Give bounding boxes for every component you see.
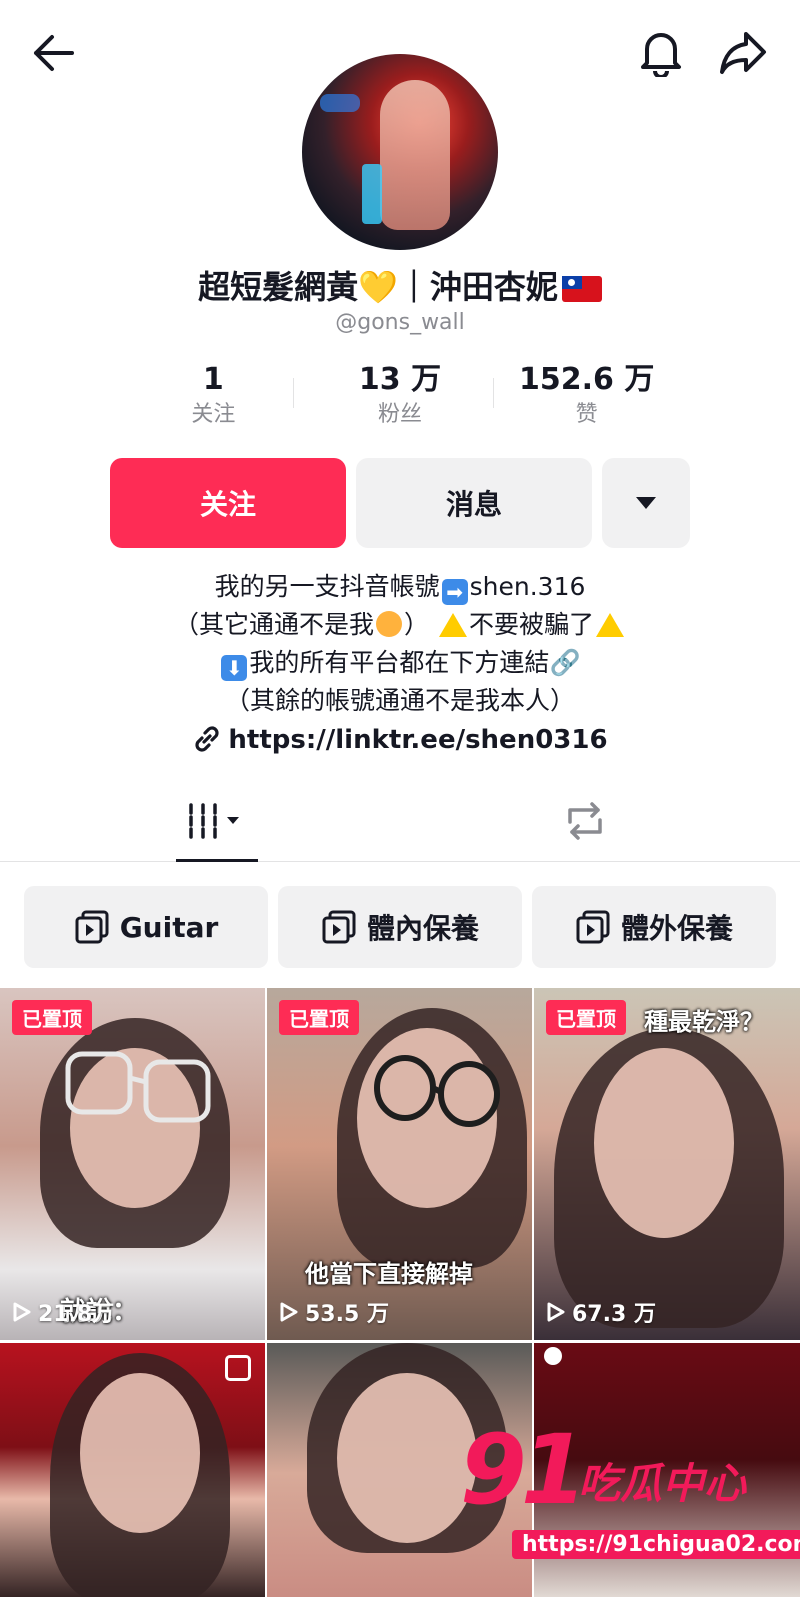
tab-reposts[interactable] (540, 780, 630, 862)
bio-link[interactable]: https://linktr.ee/shen0316 (0, 724, 800, 755)
stat-followers-count: 13 万 (358, 362, 442, 397)
stat-following-label: 关注 (191, 402, 236, 427)
stat-following[interactable]: 1 关注 (120, 360, 307, 440)
stat-divider (293, 378, 294, 408)
sound-icon (544, 1347, 562, 1365)
down-arrow-icon: ⬇ (221, 655, 248, 681)
glasses-icon (65, 1051, 211, 1123)
playlist-icon (576, 910, 610, 944)
playlist-label: 體內保養 (366, 912, 479, 945)
view-count-text: 67.3 万 (572, 1302, 656, 1327)
no-gesture-emoji-icon (376, 611, 403, 637)
playlist-icon (75, 910, 109, 944)
playlist-chip[interactable]: Guitar (24, 886, 268, 968)
content-tabs (0, 780, 800, 862)
pinned-badge: 已置顶 (546, 1000, 626, 1035)
taiwan-flag-icon (561, 276, 602, 302)
bio-line-2: （其它通通不是我 ） 不要被騙了 (0, 606, 800, 644)
repost-icon (568, 802, 602, 840)
playlist-chip[interactable]: 體內保養 (278, 886, 522, 968)
tab-videos[interactable] (176, 780, 258, 862)
playlist-label: 體外保養 (620, 912, 733, 945)
view-count-text: 53.5 万 (305, 1302, 389, 1327)
bio-text: （其它通通不是我 (174, 610, 375, 639)
video-thumbnail[interactable]: 已置顶 他當下直接解掉 53.5 万 (267, 988, 532, 1340)
more-dropdown-button[interactable] (602, 458, 690, 548)
warning-icon (438, 613, 467, 637)
stat-likes-count: 152.6 万 (519, 362, 655, 397)
playlist-row: Guitar 體內保養 體外保養 (24, 886, 776, 968)
bio-text: shen.316 (469, 572, 586, 601)
video-view-count: 21.8万 (12, 1296, 114, 1328)
bio-text: 不要被騙了 (468, 610, 594, 639)
bio-link-url: https://linktr.ee/shen0316 (228, 725, 608, 755)
profile-bio: 我的另一支抖音帳號 ➡ shen.316 （其它通通不是我 ） 不要被騙了 ⬇ 我的所有… (0, 568, 800, 720)
bell-icon[interactable] (636, 24, 686, 80)
stat-likes[interactable]: 152.6 万 赞 (493, 360, 680, 440)
warning-icon (596, 613, 624, 637)
follow-button[interactable]: 关注 (110, 458, 346, 548)
video-view-count: 67.3 万 (546, 1296, 656, 1328)
playlist-icon (322, 910, 356, 944)
message-button[interactable]: 消息 (356, 458, 592, 548)
bio-line-1: 我的另一支抖音帳號 ➡ shen.316 (0, 568, 800, 606)
video-thumbnail[interactable]: 已置顶 種最乾淨？ 67.3 万 (534, 988, 800, 1340)
video-grid-icon (189, 803, 239, 839)
video-caption: 種最乾淨？ (644, 1008, 764, 1036)
bio-text: ） (404, 610, 430, 639)
profile-handle: @gons_wall (335, 310, 465, 335)
back-arrow-icon[interactable] (28, 28, 78, 78)
avatar[interactable] (302, 54, 498, 250)
profile-stats: 1 关注 13 万 粉丝 152.6 万 赞 (120, 360, 680, 440)
playlist-label: Guitar (119, 910, 219, 944)
multi-photo-icon (225, 1355, 251, 1381)
watermark-url: https://91chigua02.com (512, 1530, 800, 1559)
tab-active-indicator (176, 859, 258, 862)
glasses-icon (374, 1055, 500, 1127)
stat-likes-label: 赞 (575, 402, 598, 427)
bio-line-4: （其餘的帳號通通不是我本人） (224, 686, 575, 715)
stat-followers-label: 粉丝 (378, 402, 423, 427)
play-icon (13, 1302, 31, 1322)
profile-name-text: 超短髮網黃💛｜沖田杏妮 (198, 268, 558, 306)
video-view-count: 53.5 万 (279, 1296, 389, 1328)
video-thumbnail[interactable] (0, 1343, 265, 1597)
site-watermark: 91 吃瓜中心 https://91chigua02.com (460, 1420, 800, 1590)
bio-line-3: ⬇ 我的所有平台都在下方連結🔗 (0, 644, 800, 682)
video-caption: 他當下直接解掉 (305, 1260, 473, 1288)
pinned-badge: 已置顶 (279, 1000, 359, 1035)
stat-following-count: 1 (202, 362, 224, 397)
watermark-text: 吃瓜中心 (578, 1459, 747, 1508)
video-thumbnail[interactable]: 已置顶 就說： 21.8万 (0, 988, 265, 1340)
bio-text: 我的另一支抖音帳號 (214, 572, 440, 601)
link-emoji-icon: 🔗 (549, 648, 581, 677)
caret-down-icon (636, 497, 656, 509)
watermark-number: 91 (460, 1414, 588, 1526)
link-icon (195, 726, 220, 752)
play-icon (280, 1302, 298, 1322)
right-arrow-icon: ➡ (441, 579, 468, 605)
pinned-badge: 已置顶 (12, 1000, 92, 1035)
view-count-text: 21.8万 (38, 1302, 115, 1327)
stat-followers[interactable]: 13 万 粉丝 (307, 360, 494, 440)
profile-name: 超短髮網黃💛｜沖田杏妮 (0, 262, 800, 308)
bio-text: 我的所有平台都在下方連結 (249, 648, 550, 677)
playlist-chip[interactable]: 體外保養 (532, 886, 776, 968)
share-arrow-icon[interactable] (716, 26, 770, 80)
play-icon (547, 1302, 565, 1322)
